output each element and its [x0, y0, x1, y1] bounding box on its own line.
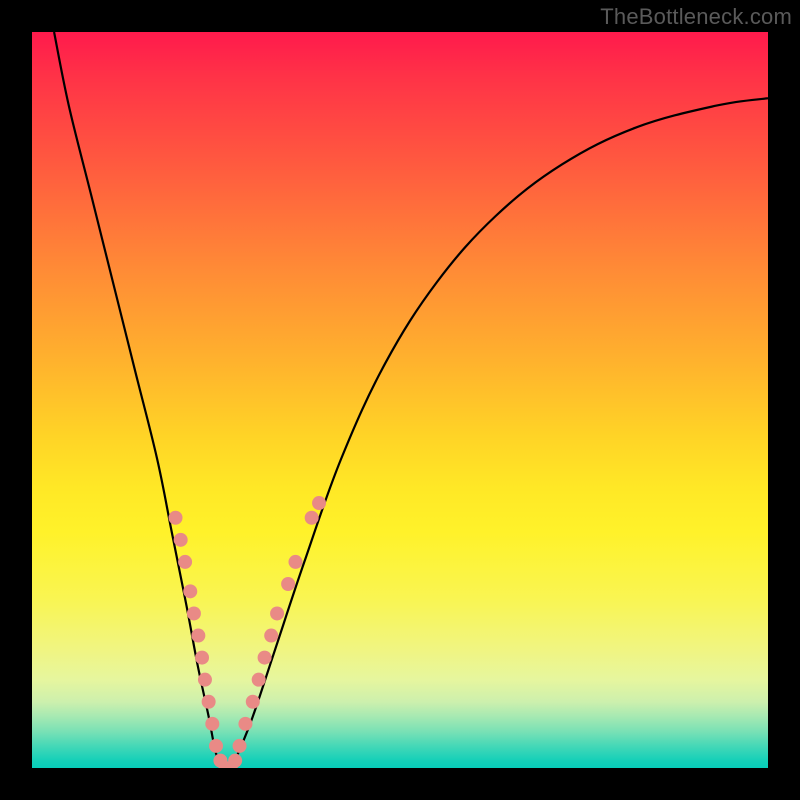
bottleneck-curve-svg	[32, 32, 768, 768]
curve-marker	[178, 555, 192, 569]
plot-area	[32, 32, 768, 768]
curve-marker	[270, 606, 284, 620]
curve-marker	[174, 533, 188, 547]
curve-marker	[246, 695, 260, 709]
curve-marker	[169, 511, 183, 525]
curve-marker	[252, 673, 266, 687]
curve-marker	[233, 739, 247, 753]
chart-frame: TheBottleneck.com	[0, 0, 800, 800]
bottleneck-curve-path	[54, 32, 768, 768]
curve-marker	[238, 717, 252, 731]
curve-marker	[209, 739, 223, 753]
watermark-text: TheBottleneck.com	[600, 4, 792, 30]
curve-marker	[198, 673, 212, 687]
curve-marker	[202, 695, 216, 709]
curve-marker	[281, 577, 295, 591]
curve-marker	[191, 629, 205, 643]
curve-marker	[264, 629, 278, 643]
curve-marker	[187, 606, 201, 620]
curve-marker	[305, 511, 319, 525]
curve-marker	[258, 651, 272, 665]
curve-marker	[228, 754, 242, 768]
curve-marker	[183, 584, 197, 598]
curve-marker	[312, 496, 326, 510]
curve-marker	[195, 651, 209, 665]
curve-marker	[288, 555, 302, 569]
curve-marker	[205, 717, 219, 731]
